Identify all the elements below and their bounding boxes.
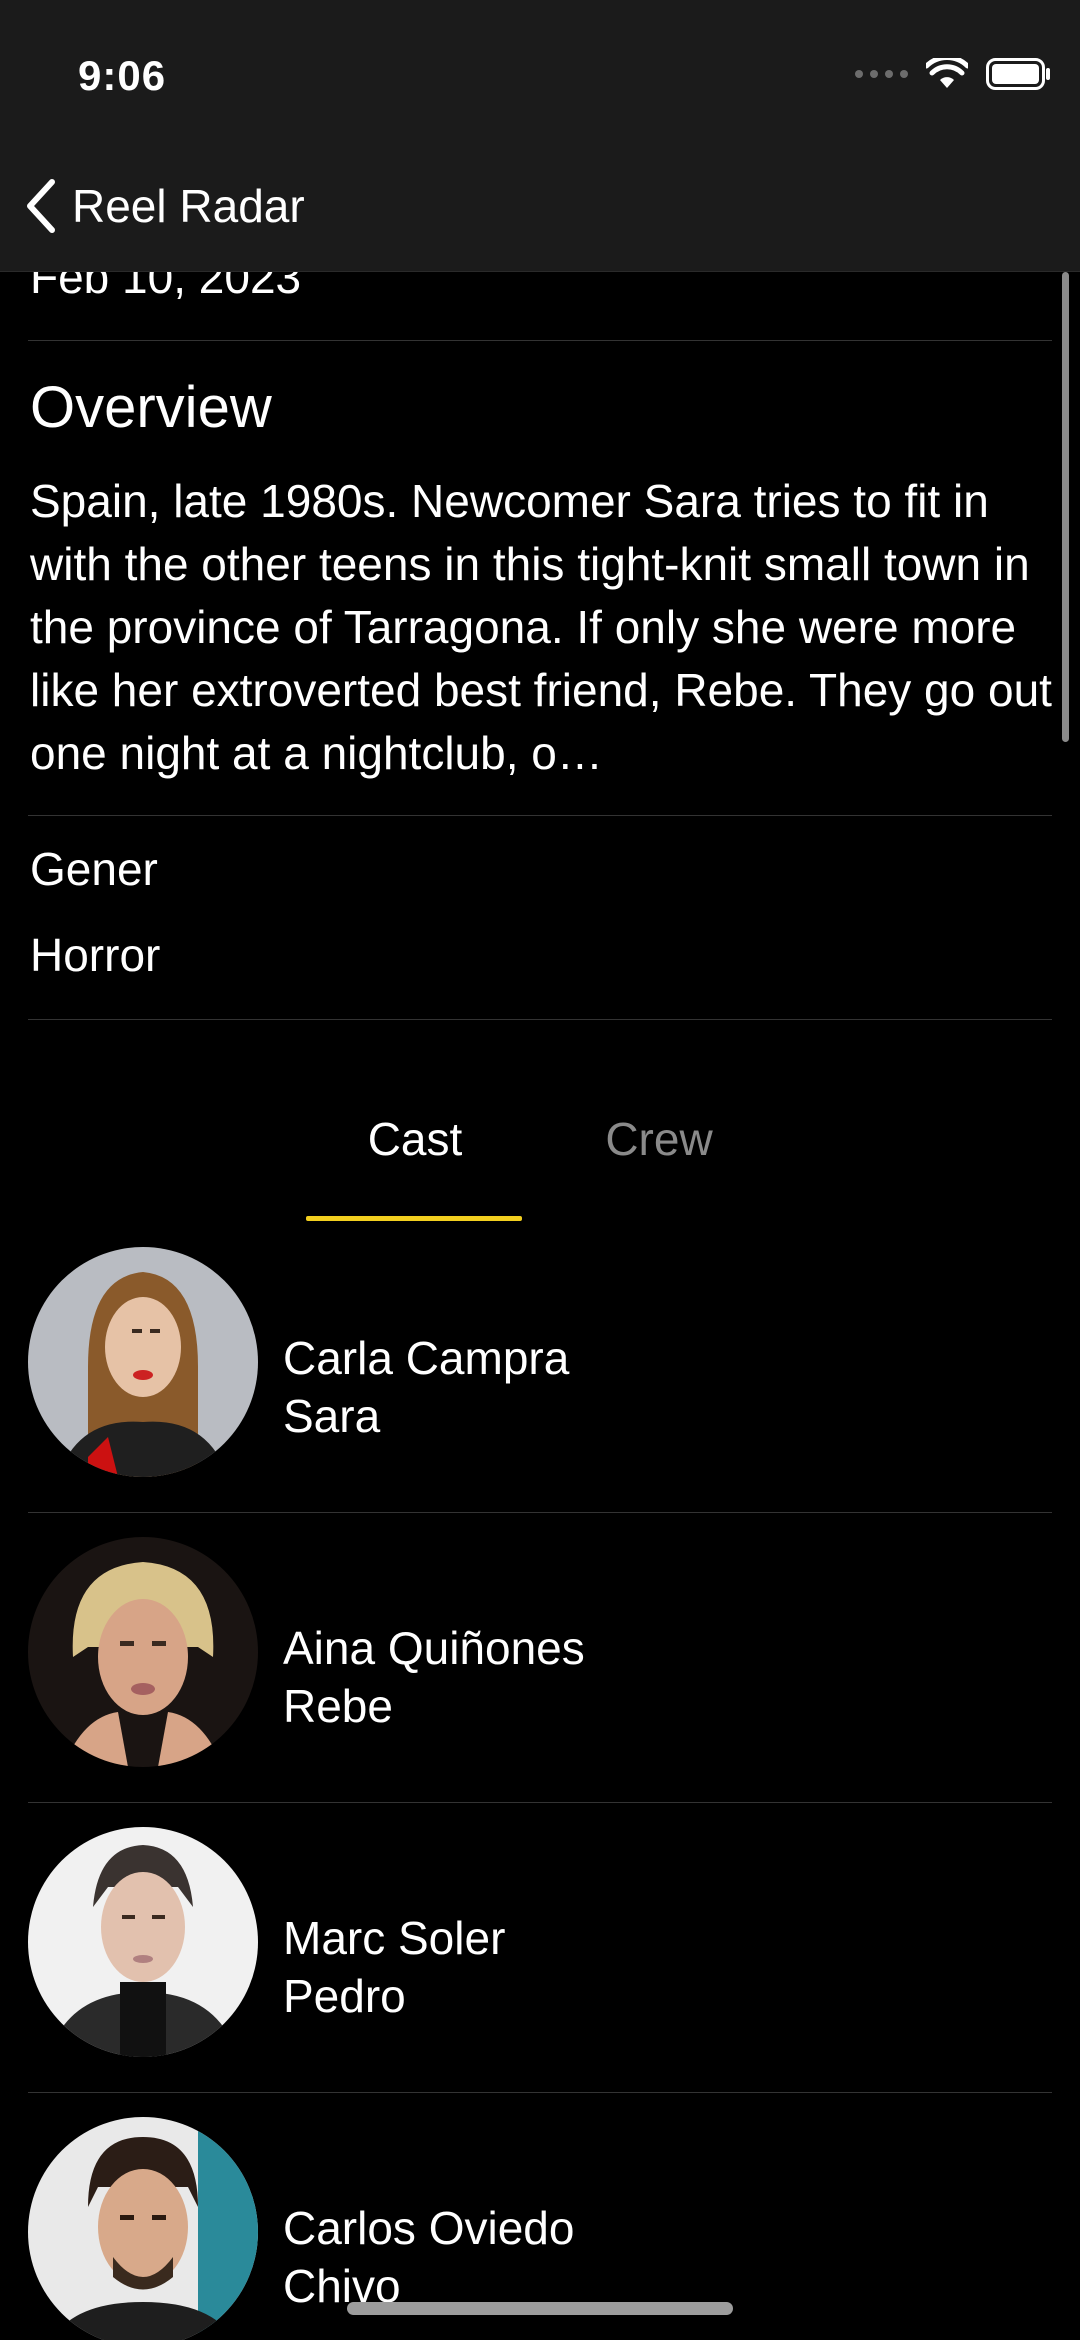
overview-text: Spain, late 1980s. Newcomer Sara tries t…	[30, 475, 1052, 779]
avatar	[28, 2117, 258, 2340]
cast-name: Aina Quiñones	[283, 1622, 585, 1674]
divider	[28, 1802, 1052, 1803]
cast-character: Pedro	[283, 1970, 406, 2022]
overview-heading: Overview	[30, 375, 272, 440]
genre-value: Horror	[30, 929, 161, 981]
avatar	[28, 1247, 258, 1477]
cellular-signal-icon	[855, 70, 908, 78]
avatar	[28, 1537, 258, 1767]
top-bar: 9:06 Reel Radar	[0, 0, 1080, 272]
tab-crew[interactable]: Crew	[550, 1102, 768, 1194]
cast-name: Carla Campra	[283, 1332, 570, 1384]
home-indicator[interactable]	[347, 2302, 733, 2315]
cast-name: Carlos Oviedo	[283, 2202, 575, 2254]
tab-selected-indicator	[306, 1216, 522, 1221]
back-button[interactable]: Reel Radar	[24, 178, 305, 234]
avatar	[28, 1827, 258, 2057]
release-date: Feb 10, 2023	[30, 272, 302, 303]
cast-list-item[interactable]: Aina Quiñones Rebe	[0, 1537, 1080, 1827]
cast-character: Sara	[283, 1390, 381, 1442]
cast-name: Marc Soler	[283, 1912, 506, 1964]
divider	[28, 340, 1052, 341]
wifi-icon	[926, 58, 968, 88]
divider	[28, 815, 1052, 816]
back-button-label: Reel Radar	[72, 180, 305, 232]
chevron-left-icon	[27, 179, 55, 233]
cast-list-item[interactable]: Carla Campra Sara	[0, 1247, 1080, 1537]
cast-list-item[interactable]: Marc Soler Pedro	[0, 1827, 1080, 2117]
divider	[28, 1512, 1052, 1513]
cast-crew-tabs: Cast Crew	[0, 1102, 1080, 1202]
genre-label: Gener	[30, 843, 158, 895]
status-time: 9:06	[78, 52, 167, 99]
status-indicators	[855, 58, 1052, 90]
cast-character: Rebe	[283, 1680, 393, 1732]
tab-cast[interactable]: Cast	[306, 1102, 524, 1194]
divider	[28, 1019, 1052, 1020]
movie-detail-content[interactable]: Feb 10, 2023 Overview Spain, late 1980s.…	[0, 272, 1080, 2340]
battery-icon	[986, 58, 1050, 90]
divider	[28, 2092, 1052, 2093]
scrollbar[interactable]	[1062, 272, 1069, 742]
